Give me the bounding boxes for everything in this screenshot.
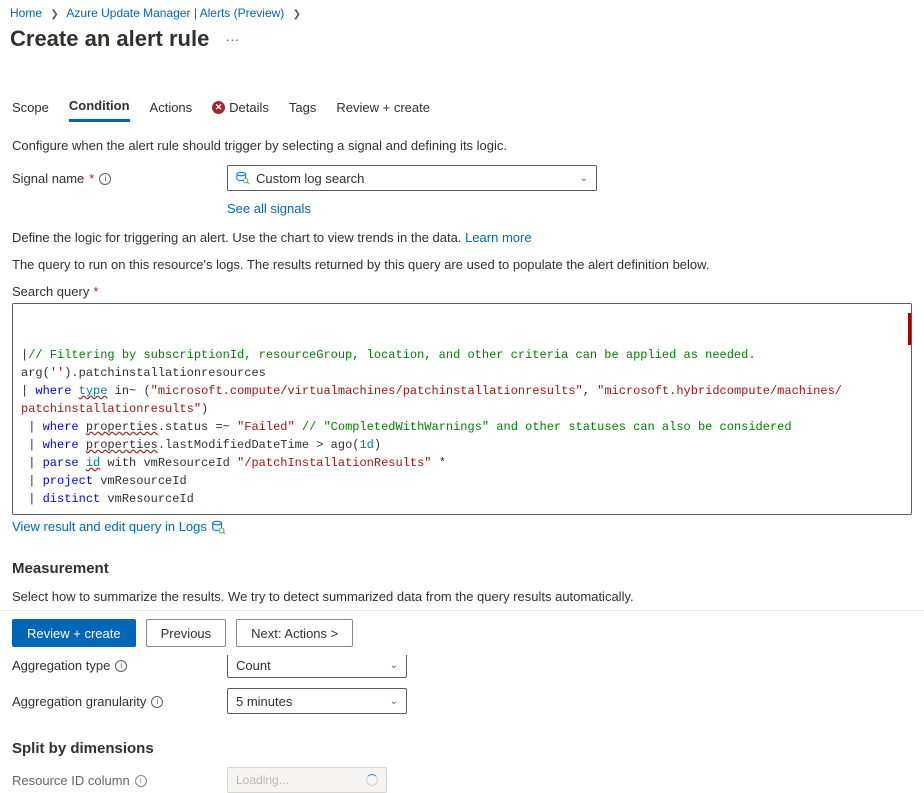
aggregation-type-label: Aggregation type i (12, 652, 227, 673)
info-icon[interactable]: i (151, 696, 163, 708)
measurement-desc: Select how to summarize the results. We … (12, 589, 912, 604)
tab-scope[interactable]: Scope (12, 94, 49, 122)
signal-name-label: Signal name* i (12, 165, 227, 186)
info-icon[interactable]: i (115, 660, 127, 672)
tab-tags[interactable]: Tags (289, 94, 316, 122)
query-description: The query to run on this resource's logs… (12, 257, 912, 272)
split-heading: Split by dimensions (12, 740, 912, 757)
review-create-button[interactable]: Review + create (12, 619, 136, 647)
loading-text: Loading... (236, 773, 289, 787)
bottom-action-bar: Review + create Previous Next: Actions > (0, 610, 924, 655)
chevron-right-icon: ❯ (50, 9, 58, 20)
tab-actions[interactable]: Actions (150, 94, 193, 122)
tabs-container: Scope Condition Actions ✕ Details Tags R… (12, 94, 912, 122)
measurement-heading: Measurement (12, 560, 912, 577)
intro-text: Configure when the alert rule should tri… (12, 138, 912, 153)
more-actions-button[interactable]: ··· (219, 31, 245, 47)
error-icon: ✕ (212, 101, 225, 114)
resource-id-column-select[interactable]: Loading... (227, 767, 387, 793)
logs-icon (211, 520, 225, 534)
signal-name-select[interactable]: Custom log search ⌄ (227, 165, 597, 191)
spinner-icon (366, 774, 378, 786)
next-actions-button[interactable]: Next: Actions > (236, 619, 353, 647)
page-title: Create an alert rule (10, 26, 209, 52)
aggregation-granularity-value: 5 minutes (236, 694, 292, 709)
resource-id-column-label: Resource ID column i (12, 767, 227, 788)
learn-more-link[interactable]: Learn more (465, 230, 531, 245)
tab-review-create[interactable]: Review + create (336, 94, 430, 122)
breadcrumb-parent[interactable]: Azure Update Manager | Alerts (Preview) (66, 6, 284, 20)
chevron-right-icon: ❯ (293, 9, 301, 20)
chevron-down-icon: ⌄ (580, 173, 588, 184)
info-icon[interactable]: i (135, 775, 147, 787)
tab-details-label: Details (229, 100, 269, 115)
breadcrumb-home[interactable]: Home (10, 6, 42, 20)
aggregation-type-value: Count (236, 658, 271, 673)
logic-text: Define the logic for triggering an alert… (12, 230, 912, 245)
previous-button[interactable]: Previous (146, 619, 227, 647)
breadcrumb: Home ❯ Azure Update Manager | Alerts (Pr… (0, 0, 924, 24)
search-query-editor[interactable]: |// Filtering by subscriptionId, resourc… (12, 303, 912, 515)
aggregation-granularity-label: Aggregation granularity i (12, 688, 227, 709)
log-search-icon (236, 171, 250, 185)
chevron-down-icon: ⌄ (390, 696, 398, 707)
aggregation-granularity-select[interactable]: 5 minutes ⌄ (227, 688, 407, 714)
view-result-logs-link[interactable]: View result and edit query in Logs (12, 519, 207, 534)
search-query-label: Search query (12, 284, 89, 299)
aggregation-type-select[interactable]: Count ⌄ (227, 652, 407, 678)
info-icon[interactable]: i (99, 173, 111, 185)
tab-details[interactable]: ✕ Details (212, 94, 269, 122)
error-marker-icon (908, 313, 912, 345)
signal-name-value: Custom log search (256, 171, 364, 186)
chevron-down-icon: ⌄ (390, 660, 398, 671)
tab-condition[interactable]: Condition (69, 94, 130, 122)
see-all-signals-link[interactable]: See all signals (227, 201, 311, 216)
